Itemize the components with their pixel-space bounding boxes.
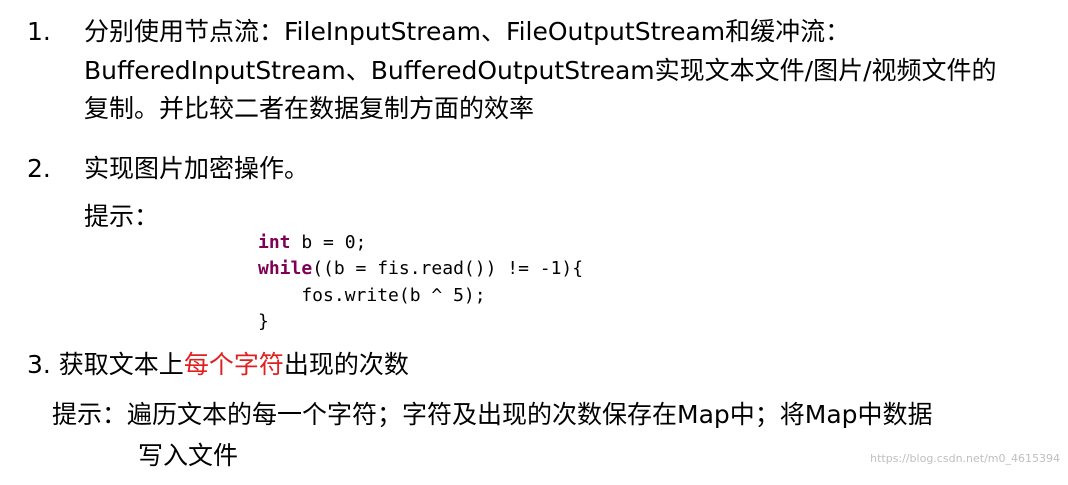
code-keyword: int: [258, 231, 291, 253]
item3-suffix: 出现的次数: [283, 350, 409, 379]
item2-hint-label: 提示：: [84, 202, 160, 231]
code-line-3: fos.write(b ^ 5);: [258, 284, 486, 306]
item3-hint-line2: 写入文件: [138, 441, 239, 470]
item2-number: 2.: [27, 154, 51, 183]
code-block: int b = 0; while((b = fis.read()) != -1){…: [258, 203, 583, 362]
item1-line3: 复制。并比较二者在数据复制方面的效率: [84, 94, 535, 123]
code-line-4: }: [258, 311, 269, 332]
code-keyword: while: [258, 258, 313, 279]
item1-number: 1.: [27, 17, 51, 46]
code-line-1: int b = 0;: [258, 230, 583, 257]
item3-title: 3. 获取文本上每个字符出现的次数: [27, 345, 409, 385]
item3-highlight: 每个字符: [183, 350, 284, 379]
code-line-2: while((b = fis.read()) != -1){: [258, 256, 583, 283]
code-text: ((b = fis.read()) != -1){: [312, 258, 584, 279]
watermark: https://blog.csdn.net/m0_4615394: [870, 452, 1060, 465]
item2-line1: 实现图片加密操作。: [84, 154, 310, 183]
code-text: b = 0;: [290, 231, 367, 253]
item1-line2: BufferedInputStream、BufferedOutputStream…: [84, 56, 997, 85]
item3-prefix: 3. 获取文本上: [27, 350, 184, 379]
item3-hint-line1: 提示：遍历文本的每一个字符；字符及出现的次数保存在Map中；将Map中数据: [52, 400, 933, 429]
item1-line1: 分别使用节点流：FileInputStream、FileOutputStream…: [84, 17, 851, 46]
